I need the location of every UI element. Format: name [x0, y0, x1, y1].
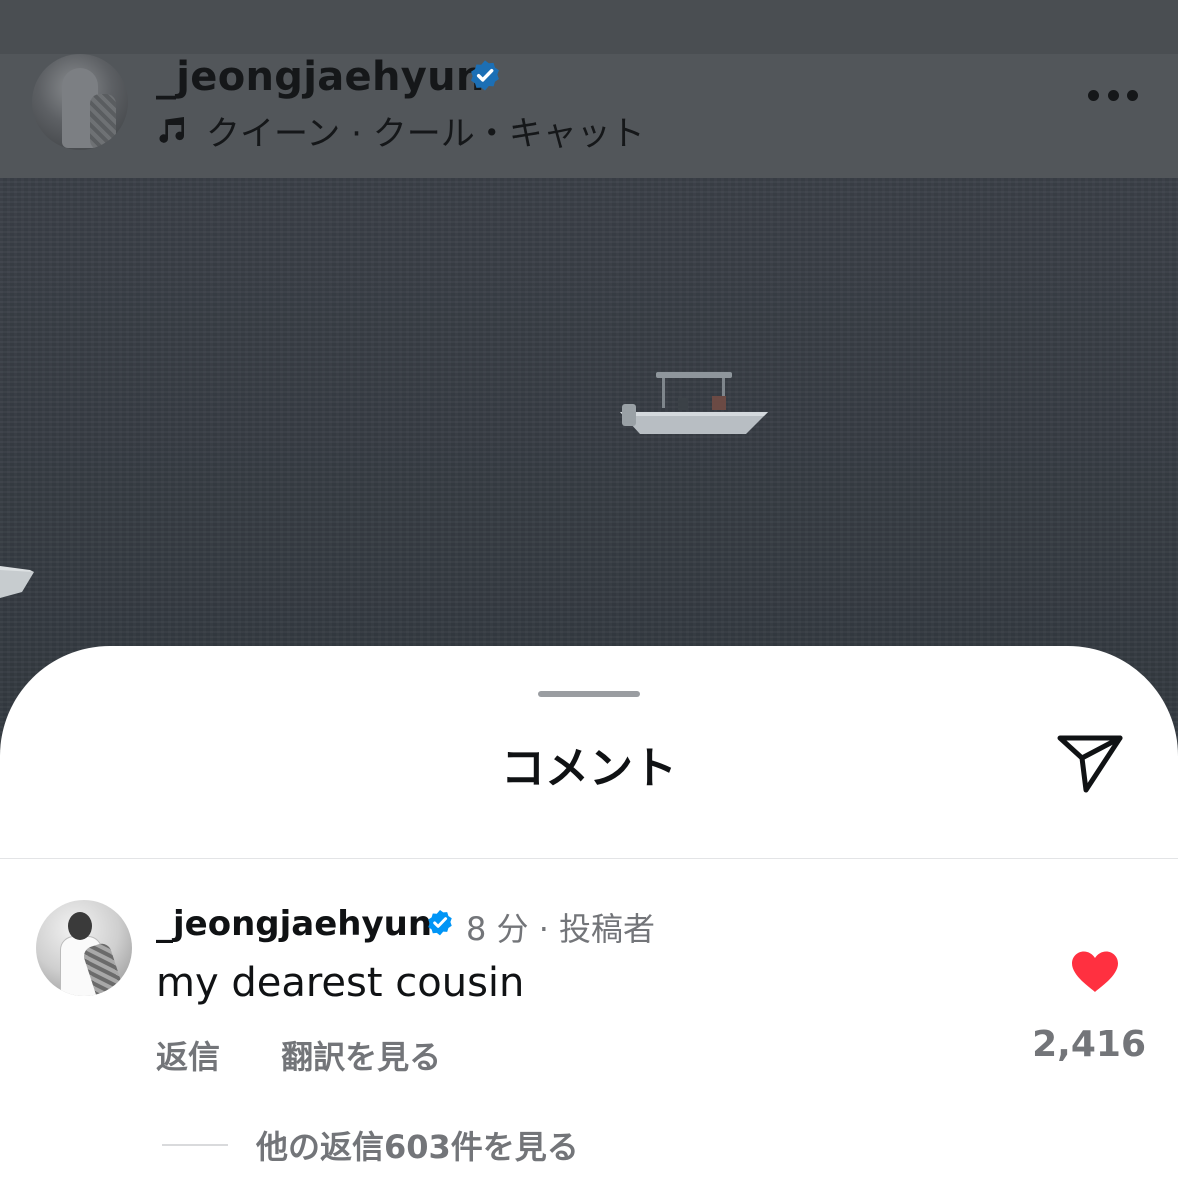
verified-badge-icon	[466, 58, 504, 100]
heart-icon[interactable]	[1070, 950, 1120, 994]
see-translation-button[interactable]: 翻訳を見る	[281, 1038, 441, 1076]
like-count: 2,416	[1032, 1024, 1146, 1065]
reply-button[interactable]: 返信	[156, 1038, 220, 1076]
music-track-text: クイーン · クール・キャット	[206, 114, 645, 154]
boat-illustration	[620, 372, 768, 434]
replies-divider-line	[162, 1144, 228, 1146]
screen: _jeongjaehyun クイーン · クール・キャット コメント _jeon…	[0, 0, 1178, 1198]
comment-meta: 8 分 · 投稿者	[466, 910, 656, 948]
post-music-label[interactable]: クイーン · クール・キャット	[156, 106, 645, 155]
verified-badge-icon	[424, 908, 456, 944]
comment-text: my dearest cousin	[156, 960, 525, 1006]
music-note-icon	[156, 113, 190, 154]
post-header: _jeongjaehyun クイーン · クール・キャット	[0, 54, 1178, 178]
status-bar-area	[0, 0, 1178, 54]
header-divider	[0, 858, 1178, 859]
comment-actions: 返信 翻訳を見る	[156, 1032, 441, 1078]
more-options-icon[interactable]	[1088, 90, 1138, 104]
commenter-username[interactable]: _jeongjaehyun	[156, 904, 432, 944]
view-more-replies-button[interactable]: 他の返信603件を見る	[256, 1122, 579, 1168]
comments-title: コメント	[501, 743, 677, 794]
sheet-drag-handle[interactable]	[538, 691, 640, 697]
post-author-avatar[interactable]	[32, 54, 128, 150]
boat-partial-illustration	[0, 566, 34, 598]
comments-sheet: コメント _jeongjaehyun 8 分 · 投稿者 my dearest …	[0, 646, 1178, 1198]
commenter-avatar[interactable]	[36, 900, 132, 996]
send-icon[interactable]	[1054, 732, 1126, 796]
post-author-username[interactable]: _jeongjaehyun	[156, 54, 485, 100]
